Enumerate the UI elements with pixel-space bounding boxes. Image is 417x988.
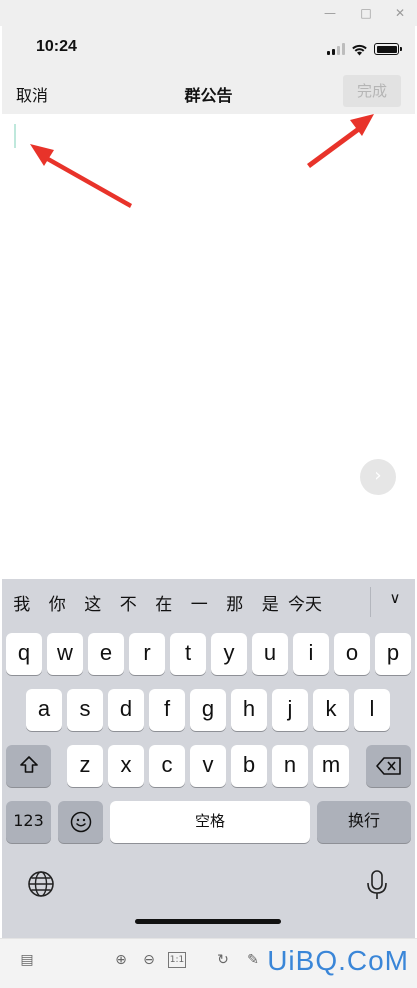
shift-key[interactable] bbox=[6, 745, 51, 787]
text-caret bbox=[14, 124, 16, 148]
backspace-key[interactable] bbox=[366, 745, 411, 787]
cancel-button[interactable]: 取消 bbox=[16, 82, 48, 106]
shift-arrow-icon bbox=[19, 756, 38, 773]
candidate-item[interactable]: 这 bbox=[75, 590, 111, 615]
key-k[interactable]: k bbox=[313, 689, 349, 731]
zoom-out-icon[interactable]: ⊖ bbox=[138, 949, 160, 971]
key-o[interactable]: o bbox=[334, 633, 370, 675]
key-a[interactable]: a bbox=[26, 689, 62, 731]
key-r[interactable]: r bbox=[129, 633, 165, 675]
key-y[interactable]: y bbox=[211, 633, 247, 675]
maximize-icon[interactable]: □ bbox=[354, 3, 378, 23]
candidate-item[interactable]: 不 bbox=[111, 590, 147, 615]
key-s[interactable]: s bbox=[67, 689, 103, 731]
candidate-item[interactable]: 是 bbox=[253, 590, 289, 615]
candidate-item[interactable]: 那 bbox=[217, 590, 253, 615]
status-icons bbox=[327, 42, 402, 56]
key-u[interactable]: u bbox=[252, 633, 288, 675]
status-bar: 10:24 bbox=[2, 26, 415, 72]
key-p[interactable]: p bbox=[375, 633, 411, 675]
candidate-bar: 我 你 这 不 在 一 那 是 今天 bbox=[2, 579, 415, 625]
window-titlebar: — □ ✕ bbox=[0, 0, 417, 26]
key-z[interactable]: z bbox=[67, 745, 103, 787]
battery-icon bbox=[374, 43, 402, 55]
key-j[interactable]: j bbox=[272, 689, 308, 731]
chevron-down-icon[interactable]: ∨ bbox=[380, 589, 410, 613]
nav-bar: 取消 群公告 完成 bbox=[2, 72, 415, 114]
key-m[interactable]: m bbox=[313, 745, 349, 787]
rotate-icon[interactable]: ↻ bbox=[212, 949, 234, 971]
candidate-divider bbox=[370, 587, 371, 617]
done-button[interactable]: 完成 bbox=[343, 75, 401, 107]
emoji-icon bbox=[70, 811, 91, 833]
candidate-item[interactable]: 一 bbox=[182, 590, 218, 615]
keyboard: 我 你 这 不 在 一 那 是 今天 ∨ q w e r t y u i o p… bbox=[2, 579, 415, 938]
signal-icon bbox=[327, 43, 345, 55]
key-e[interactable]: e bbox=[88, 633, 124, 675]
zoom-in-icon[interactable]: ⊕ bbox=[110, 949, 132, 971]
key-d[interactable]: d bbox=[108, 689, 144, 731]
layout-icon[interactable]: ▤ bbox=[16, 949, 38, 971]
key-w[interactable]: w bbox=[47, 633, 83, 675]
close-icon[interactable]: ✕ bbox=[388, 3, 412, 23]
numbers-key[interactable]: 123 bbox=[6, 801, 51, 843]
candidate-item[interactable]: 你 bbox=[40, 590, 76, 615]
key-i[interactable]: i bbox=[293, 633, 329, 675]
emoji-key[interactable] bbox=[58, 801, 103, 843]
key-b[interactable]: b bbox=[231, 745, 267, 787]
chevron-right-icon[interactable]: › bbox=[360, 459, 396, 495]
candidate-item[interactable]: 今天 bbox=[288, 590, 322, 615]
home-indicator bbox=[135, 919, 281, 924]
wifi-icon bbox=[352, 44, 367, 55]
key-n[interactable]: n bbox=[272, 745, 308, 787]
microphone-icon[interactable] bbox=[362, 869, 394, 901]
backspace-icon bbox=[375, 757, 401, 775]
globe-icon[interactable] bbox=[26, 869, 58, 901]
space-key[interactable]: 空格 bbox=[110, 801, 310, 843]
key-l[interactable]: l bbox=[354, 689, 390, 731]
status-time: 10:24 bbox=[36, 38, 77, 55]
candidate-item[interactable]: 在 bbox=[146, 590, 182, 615]
key-q[interactable]: q bbox=[6, 633, 42, 675]
phone-screen: 10:24 取消 群公告 完成 › 我 你 这 不 在 一 那 是 今天 ∨ q… bbox=[2, 26, 415, 938]
watermark: UiBQ.CoM bbox=[267, 945, 409, 976]
actual-size-icon[interactable]: 1:1 bbox=[168, 952, 186, 968]
minimize-icon[interactable]: — bbox=[318, 3, 342, 23]
key-v[interactable]: v bbox=[190, 745, 226, 787]
key-g[interactable]: g bbox=[190, 689, 226, 731]
key-h[interactable]: h bbox=[231, 689, 267, 731]
key-x[interactable]: x bbox=[108, 745, 144, 787]
announcement-editor[interactable]: › bbox=[2, 114, 415, 579]
return-key[interactable]: 换行 bbox=[317, 801, 411, 843]
key-f[interactable]: f bbox=[149, 689, 185, 731]
viewer-toolbar: ▤ ⊕ ⊖ 1:1 ↻ ✎ UiBQ.CoM bbox=[0, 938, 417, 988]
edit-icon[interactable]: ✎ bbox=[242, 949, 264, 971]
key-c[interactable]: c bbox=[149, 745, 185, 787]
candidate-item[interactable]: 我 bbox=[4, 590, 40, 615]
key-t[interactable]: t bbox=[170, 633, 206, 675]
